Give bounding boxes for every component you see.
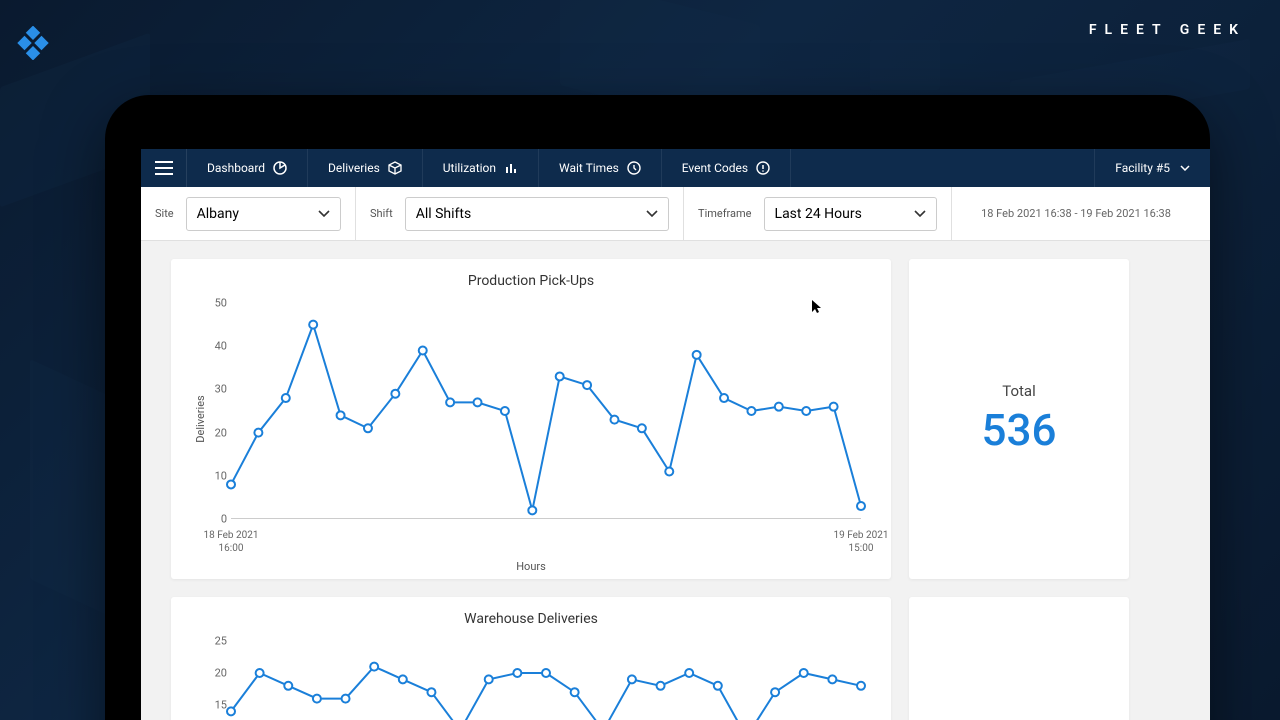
y-tick: 25 [199,635,227,648]
nav-deliveries[interactable]: Deliveries [308,149,423,187]
alert-icon [756,161,770,175]
chart-production-pickups: Production Pick-Ups Deliveries Hours 010… [171,259,891,579]
content-area: Production Pick-Ups Deliveries Hours 010… [141,241,1210,720]
y-tick: 20 [199,426,227,439]
box-icon [388,161,402,175]
x-axis-label: Hours [171,560,891,573]
y-tick: 30 [199,383,227,396]
plot-area: 152025 [231,641,861,720]
shift-select[interactable]: All Shifts [405,197,669,231]
facility-label: Facility #5 [1115,161,1170,175]
y-tick: 50 [199,297,227,310]
total-label: Total [1002,382,1036,400]
chevron-down-icon [318,210,330,217]
timeframe-label: Timeframe [698,207,752,220]
total-card: Total 536 [909,259,1129,579]
timeframe-select[interactable]: Last 24 Hours [764,197,937,231]
nav-dashboard[interactable]: Dashboard [187,149,308,187]
app-logo [8,18,58,68]
nav-label: Event Codes [682,161,748,175]
y-tick: 0 [199,513,227,526]
screen: Dashboard Deliveries Utilization Wait Ti… [141,149,1210,720]
y-tick: 15 [199,699,227,712]
chart-title: Production Pick-Ups [171,259,891,289]
date-range-display: 18 Feb 2021 16:38 - 19 Feb 2021 16:38 [952,207,1210,220]
chevron-down-icon [646,210,658,217]
facility-selector[interactable]: Facility #5 [1094,149,1210,187]
chevron-down-icon [914,210,926,217]
plot-area: 0102030405018 Feb 2021 16:0019 Feb 2021 … [231,303,861,519]
row-warehouse: Warehouse Deliveries 152025 [171,597,1180,720]
chart-title: Warehouse Deliveries [171,597,891,627]
filter-site: Site Albany [141,187,356,240]
brand-name: FLEET GEEK [1089,22,1246,38]
device-frame: Dashboard Deliveries Utilization Wait Ti… [105,95,1210,720]
line-series [231,641,861,720]
nav-utilization[interactable]: Utilization [423,149,539,187]
y-tick: 40 [199,340,227,353]
line-series [231,303,861,519]
clock-icon [627,161,641,175]
pie-icon [273,161,287,175]
shift-value: All Shifts [416,206,472,222]
menu-button[interactable] [141,149,187,187]
site-value: Albany [197,206,239,222]
top-nav: Dashboard Deliveries Utilization Wait Ti… [141,149,1210,187]
total-card-2 [909,597,1129,720]
chevron-down-icon [1180,165,1190,171]
nav-label: Dashboard [207,161,265,175]
x-tick-end: 19 Feb 2021 15:00 [821,529,901,555]
site-select[interactable]: Albany [186,197,341,231]
total-value: 536 [981,404,1056,456]
y-tick: 10 [199,469,227,482]
site-label: Site [155,207,174,220]
nav-wait-times[interactable]: Wait Times [539,149,662,187]
nav-label: Deliveries [328,161,380,175]
filter-shift: Shift All Shifts [356,187,684,240]
filter-bar: Site Albany Shift All Shifts Timeframe L… [141,187,1210,241]
bars-icon [504,161,518,175]
shift-label: Shift [370,207,393,220]
nav-label: Utilization [443,161,496,175]
row-pickups: Production Pick-Ups Deliveries Hours 010… [171,259,1180,579]
x-tick-start: 18 Feb 2021 16:00 [191,529,271,555]
nav-label: Wait Times [559,161,619,175]
filter-timeframe: Timeframe Last 24 Hours [684,187,952,240]
chart-warehouse-deliveries: Warehouse Deliveries 152025 [171,597,891,720]
y-tick: 20 [199,667,227,680]
nav-event-codes[interactable]: Event Codes [662,149,791,187]
timeframe-value: Last 24 Hours [775,206,862,222]
